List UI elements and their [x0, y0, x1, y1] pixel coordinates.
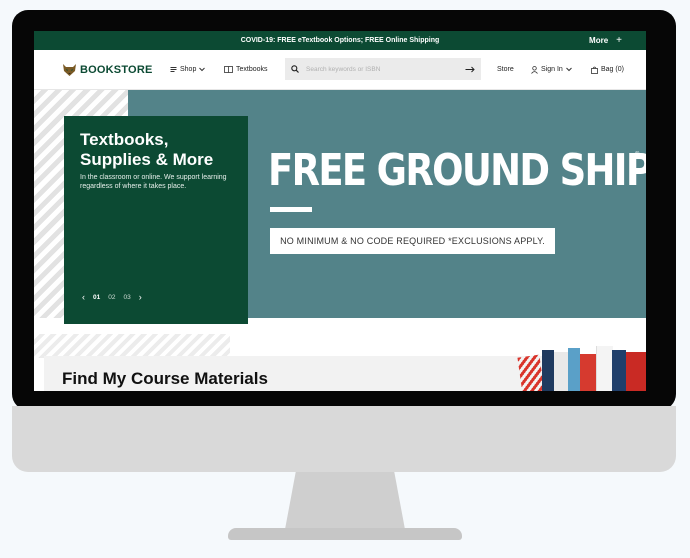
textbooks-label: Textbooks [236, 66, 268, 73]
hero-card-subtitle: In the classroom or online. We support l… [80, 174, 227, 190]
slide-indicator-3[interactable]: 03 [123, 294, 130, 301]
user-icon [531, 65, 538, 74]
book-spine [626, 352, 646, 391]
promo-more-button[interactable]: More + [589, 31, 622, 50]
monitor-chin [12, 406, 676, 472]
shop-label: Shop [180, 66, 197, 73]
slide-indicator-1[interactable]: 01 [93, 294, 100, 301]
slide-indicator-2[interactable]: 02 [108, 294, 115, 301]
promo-more-label: More [589, 36, 609, 45]
promo-message: COVID-19: FREE eTextbook Options; FREE O… [240, 37, 440, 44]
sign-in-label: Sign In [541, 66, 563, 73]
book-spine [612, 350, 626, 391]
bag-label: Bag (0) [601, 66, 624, 73]
book-spine [580, 354, 596, 391]
hero-card: Textbooks, Supplies & More In the classr… [64, 116, 248, 324]
logo-text: BOOKSTORE [80, 63, 153, 76]
bag-link[interactable]: Bag (0) [591, 66, 624, 74]
main-nav: BOOKSTORE Shop Textbooks Search keywords… [34, 50, 646, 90]
hero-banner: Textbooks, Supplies & More In the classr… [34, 90, 646, 324]
textbooks-link[interactable]: Textbooks [224, 66, 268, 73]
book-spine [568, 348, 580, 391]
arrow-right-icon[interactable] [465, 66, 475, 73]
headline-divider [270, 207, 312, 212]
search-icon [291, 65, 299, 73]
search-bar [285, 58, 481, 80]
chevron-right-icon[interactable]: › [139, 292, 142, 302]
slider-controls: ‹ 01 02 03 › [82, 292, 142, 302]
store-label: Store [497, 66, 514, 73]
book-spine [596, 346, 613, 391]
bookstore-logo[interactable]: BOOKSTORE [62, 63, 153, 77]
course-materials-title: Find My Course Materials [62, 369, 268, 388]
course-materials-section: Find My Course Materials [34, 334, 646, 391]
website-screen: COVID-19: FREE eTextbook Options; FREE O… [34, 31, 646, 391]
section-stripe-pattern [34, 334, 230, 358]
book-spine [542, 350, 554, 391]
book-spine [554, 352, 568, 391]
registered-mark: ® [635, 152, 640, 158]
hero-card-title: Textbooks, Supplies & More [80, 130, 214, 169]
chevron-left-icon[interactable]: ‹ [82, 292, 85, 302]
book-icon [224, 66, 233, 73]
store-icon [170, 67, 177, 72]
search-input[interactable] [304, 64, 465, 74]
store-link[interactable]: Store [497, 66, 514, 73]
plus-icon: + [616, 35, 622, 46]
chevron-down-icon [199, 67, 206, 72]
books-illustration [514, 344, 646, 391]
book-spine [517, 354, 545, 391]
chevron-down-icon [565, 67, 572, 72]
shop-menu[interactable]: Shop [170, 66, 206, 73]
promo-bar: COVID-19: FREE eTextbook Options; FREE O… [34, 31, 646, 50]
sign-in-menu[interactable]: Sign In [531, 65, 572, 74]
hero-headline: FREE GROUND SHIPPING [268, 145, 646, 196]
shipping-terms-badge: NO MINIMUM & NO CODE REQUIRED *EXCLUSION… [270, 228, 555, 254]
monitor-stand-base [228, 528, 462, 540]
bobcat-logo-icon [63, 63, 76, 76]
shopping-bag-icon [591, 66, 598, 74]
